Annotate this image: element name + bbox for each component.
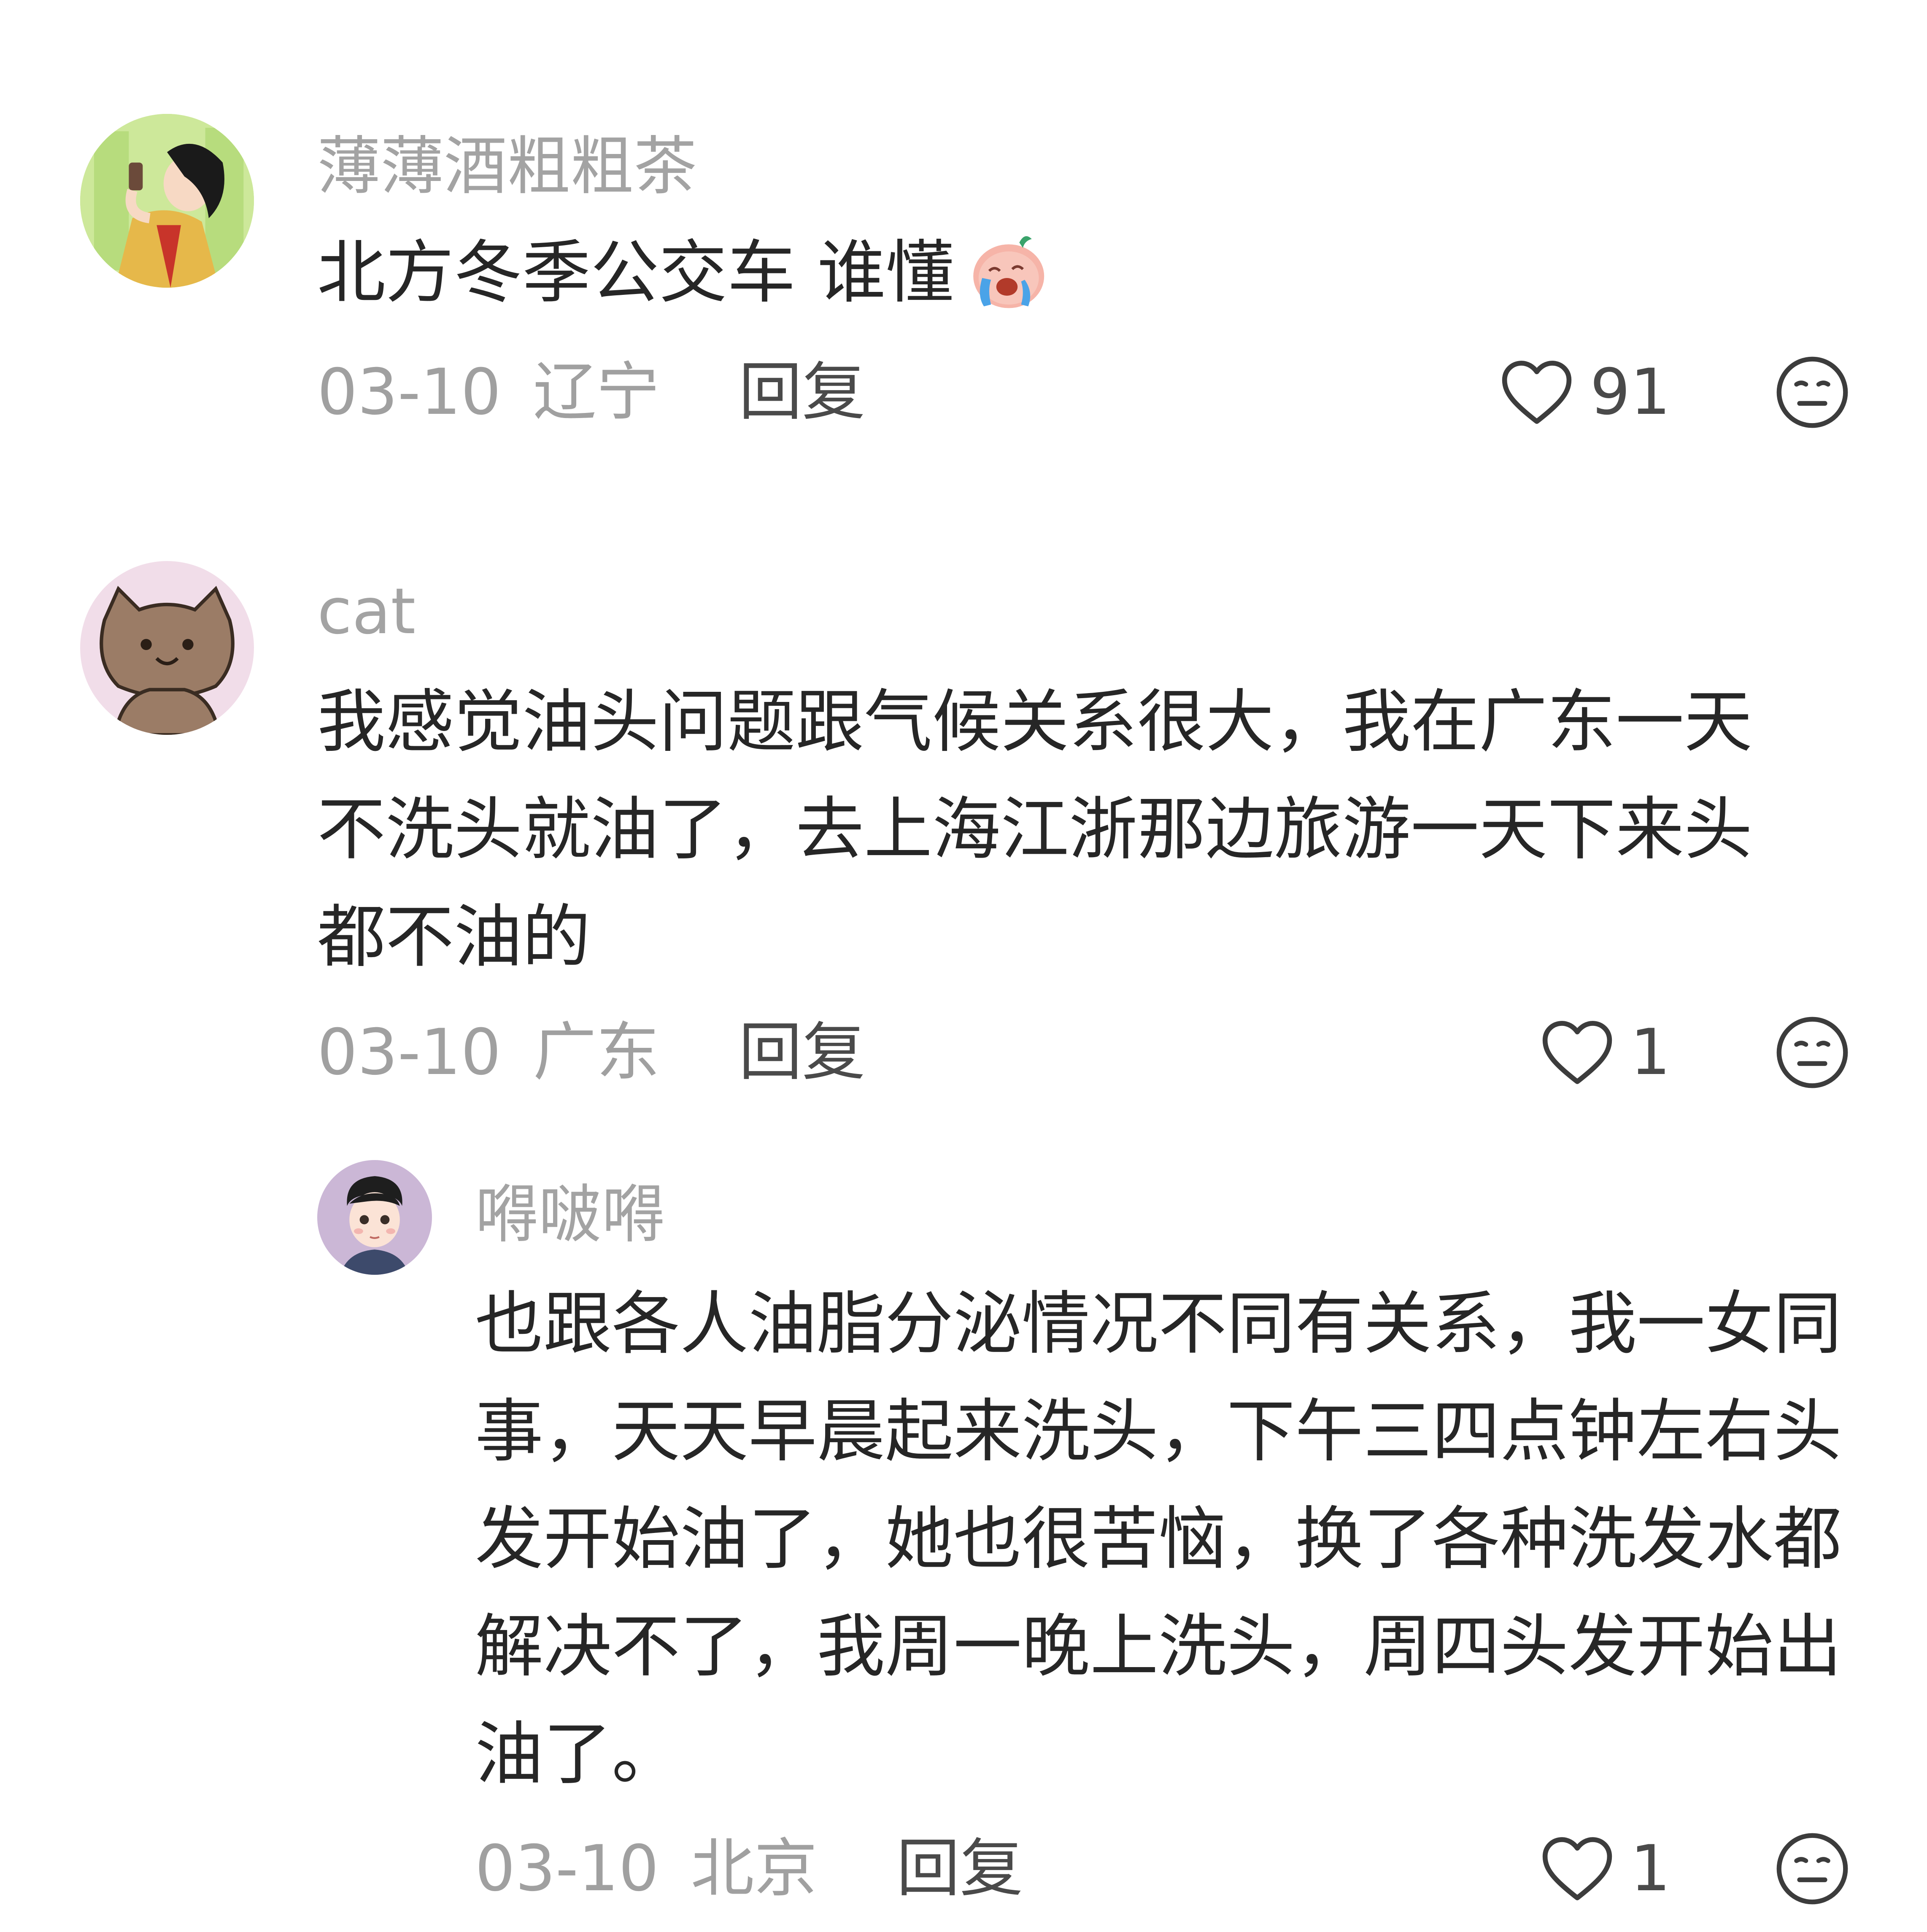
comment-text: 我感觉油头问题跟气候关系很大，我在广东一天不洗头就油了，去上海江浙那边旅游一天下… <box>317 683 1752 977</box>
comment-location: 辽宁 <box>533 356 660 429</box>
comment-text: 北方冬季公交车 谁懂 <box>317 219 1836 327</box>
neutral-face-icon[interactable] <box>1774 354 1850 430</box>
comment-date: 03-10 <box>317 356 501 429</box>
user-avatar[interactable] <box>80 561 254 735</box>
reply-button[interactable]: 回复 <box>896 1832 1023 1905</box>
reply-button[interactable]: 回复 <box>739 356 865 429</box>
comment-text: 也跟各人油脂分泌情况不同有关系，我一女同事，天天早晨起来洗头，下午三四点钟左右头… <box>475 1284 1842 1794</box>
comment-item: 薄薄酒粗粗茶 北方冬季公交车 谁懂 03-10 辽宁 回复 91 <box>0 0 1927 506</box>
reply-item: 嘚啵嘚 也跟各人油脂分泌情况不同有关系，我一女同事，天天早晨起来洗头，下午三四点… <box>0 1139 1927 1932</box>
heart-outline-icon <box>1542 1837 1612 1900</box>
like-count: 91 <box>1590 356 1671 429</box>
avatar-illustration <box>80 114 254 288</box>
comment-date: 03-10 <box>475 1832 659 1905</box>
neutral-face-icon[interactable] <box>1774 1015 1850 1090</box>
comment-text-body: 北方冬季公交车 谁懂 <box>317 233 954 313</box>
comment-location: 北京 <box>691 1832 818 1905</box>
heart-outline-icon <box>1542 1021 1612 1084</box>
comment-item: cat 我感觉油头问题跟气候关系很大，我在广东一天不洗头就油了，去上海江浙那边旅… <box>0 506 1927 1181</box>
comment-meta: 03-10 广东 回复 <box>317 1015 865 1090</box>
crying-face-emoji-icon <box>963 225 1051 313</box>
user-avatar[interactable] <box>317 1160 432 1275</box>
avatar-illustration <box>317 1160 432 1275</box>
comment-username[interactable]: cat <box>317 574 416 650</box>
comment-date: 03-10 <box>317 1016 501 1089</box>
like-count: 1 <box>1630 1016 1671 1089</box>
neutral-face-icon[interactable] <box>1774 1831 1850 1907</box>
comment-meta: 03-10 北京 回复 <box>475 1831 1023 1907</box>
user-avatar[interactable] <box>80 114 254 288</box>
avatar-illustration <box>80 561 254 735</box>
comment-username[interactable]: 薄薄酒粗粗茶 <box>317 129 697 205</box>
comment-username[interactable]: 嘚啵嘚 <box>475 1177 665 1253</box>
like-button[interactable]: 1 <box>1493 1831 1671 1907</box>
comment-meta: 03-10 辽宁 回复 <box>317 354 865 430</box>
heart-outline-icon <box>1502 361 1572 424</box>
like-button[interactable]: 1 <box>1493 1015 1671 1090</box>
like-button[interactable]: 91 <box>1493 354 1671 430</box>
reply-button[interactable]: 回复 <box>739 1016 865 1089</box>
like-count: 1 <box>1630 1832 1671 1905</box>
comment-location: 广东 <box>533 1016 660 1089</box>
